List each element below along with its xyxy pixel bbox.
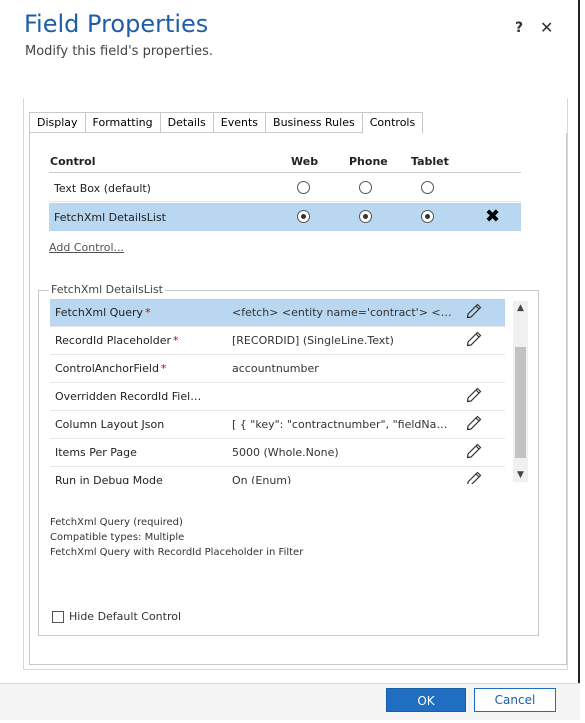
info-line-required: FetchXml Query (required)	[50, 517, 183, 528]
tab-controls[interactable]: Controls	[361, 112, 424, 134]
hide-default-label: Hide Default Control	[69, 610, 182, 623]
property-name: RecordId Placeholder *	[55, 334, 179, 347]
group-legend: FetchXml DetailsList	[49, 283, 165, 296]
property-row-fetchxml-query[interactable]: FetchXml Query * <fetch> <entity name='co…	[50, 299, 505, 327]
property-row-controlanchorfield[interactable]: ControlAnchorField * accountnumber	[50, 355, 505, 383]
web-radio[interactable]	[297, 210, 310, 223]
cancel-button[interactable]: Cancel	[474, 688, 556, 712]
tab-formatting[interactable]: Formatting	[84, 112, 160, 133]
scroll-up-arrow-icon[interactable]: ▲	[513, 303, 528, 313]
control-row-fetchxml-detailslist[interactable]: FetchXml DetailsList ✖	[49, 203, 521, 231]
scroll-down-arrow-icon[interactable]: ▼	[513, 470, 528, 480]
property-row-column-layout-json[interactable]: Column Layout Json [ { "key": "contractn…	[50, 411, 505, 439]
pencil-icon[interactable]	[466, 387, 482, 403]
scroll-thumb[interactable]	[515, 347, 526, 458]
help-icon[interactable]: ?	[515, 20, 523, 36]
required-marker: *	[160, 362, 167, 375]
header-divider	[49, 172, 521, 173]
dialog-title: Field Properties	[24, 10, 209, 38]
property-info: FetchXml Query (required) Compatible typ…	[50, 515, 303, 560]
hide-default-checkbox[interactable]	[52, 610, 64, 623]
column-header-control: Control	[50, 155, 96, 168]
property-list-scrollbar[interactable]: ▲ ▼	[513, 301, 528, 482]
property-name: Overridden RecordId Field Na...	[55, 390, 205, 403]
phone-radio[interactable]	[359, 210, 372, 223]
phone-radio[interactable]	[359, 181, 372, 194]
info-line-types: Compatible types: Multiple	[50, 532, 185, 543]
pencil-icon[interactable]	[466, 415, 482, 431]
property-value: [RECORDID] (SingleLine.Text)	[232, 334, 394, 347]
property-list: FetchXml Query * <fetch> <entity name='co…	[50, 299, 505, 484]
property-name: Column Layout Json	[55, 418, 165, 431]
property-value: 5000 (Whole.None)	[232, 446, 339, 459]
property-row-items-per-page[interactable]: Items Per Page 5000 (Whole.None)	[50, 439, 505, 467]
ok-button[interactable]: OK	[386, 688, 466, 712]
property-name: Items Per Page	[55, 446, 137, 459]
tablet-radio[interactable]	[421, 210, 434, 223]
column-header-web: Web	[291, 155, 319, 168]
control-name: FetchXml DetailsList	[54, 211, 166, 224]
tab-display[interactable]: Display	[29, 112, 85, 133]
property-row-overridden-recordid[interactable]: Overridden RecordId Field Na...	[50, 383, 505, 411]
property-name: FetchXml Query *	[55, 306, 151, 319]
property-name: ControlAnchorField *	[55, 362, 167, 375]
tablet-radio[interactable]	[421, 181, 434, 194]
property-value: <fetch> <entity name='contract'> <att...	[232, 306, 452, 319]
property-value: On (Enum)	[232, 474, 292, 484]
remove-control-icon[interactable]: ✖	[485, 206, 500, 227]
pencil-icon[interactable]	[466, 443, 482, 459]
tab-bar: Display Formatting Details Events Busine…	[29, 112, 424, 134]
property-row-recordid-placeholder[interactable]: RecordId Placeholder * [RECORDID] (Single…	[50, 327, 505, 355]
pencil-icon[interactable]	[466, 331, 482, 347]
control-row-text-box[interactable]: Text Box (default)	[49, 174, 521, 202]
add-control-link[interactable]: Add Control...	[49, 241, 124, 254]
pencil-icon[interactable]	[466, 471, 482, 484]
dialog-subtitle: Modify this field's properties.	[25, 44, 214, 59]
tab-details[interactable]: Details	[159, 112, 213, 133]
field-properties-dialog: Field Properties Modify this field's pro…	[0, 0, 580, 720]
column-header-tablet: Tablet	[411, 155, 449, 168]
pencil-icon[interactable]	[466, 303, 482, 319]
hide-default-control[interactable]: Hide Default Control	[52, 610, 181, 623]
tab-business-rules[interactable]: Business Rules	[265, 112, 362, 133]
info-line-description: FetchXml Query with RecordId Placeholder…	[50, 547, 304, 558]
property-value: [ { "key": "contractnumber", "fieldName"…	[232, 418, 452, 431]
tab-events[interactable]: Events	[212, 112, 266, 133]
close-icon[interactable]: ✕	[540, 18, 553, 37]
property-name: Run in Debug Mode	[55, 474, 163, 484]
column-header-phone: Phone	[349, 155, 388, 168]
required-marker: *	[173, 334, 179, 347]
property-value: accountnumber	[232, 362, 319, 375]
control-name: Text Box (default)	[54, 182, 151, 195]
web-radio[interactable]	[297, 181, 310, 194]
property-row-run-in-debug-mode[interactable]: Run in Debug Mode On (Enum)	[50, 467, 505, 484]
required-marker: *	[145, 306, 151, 319]
